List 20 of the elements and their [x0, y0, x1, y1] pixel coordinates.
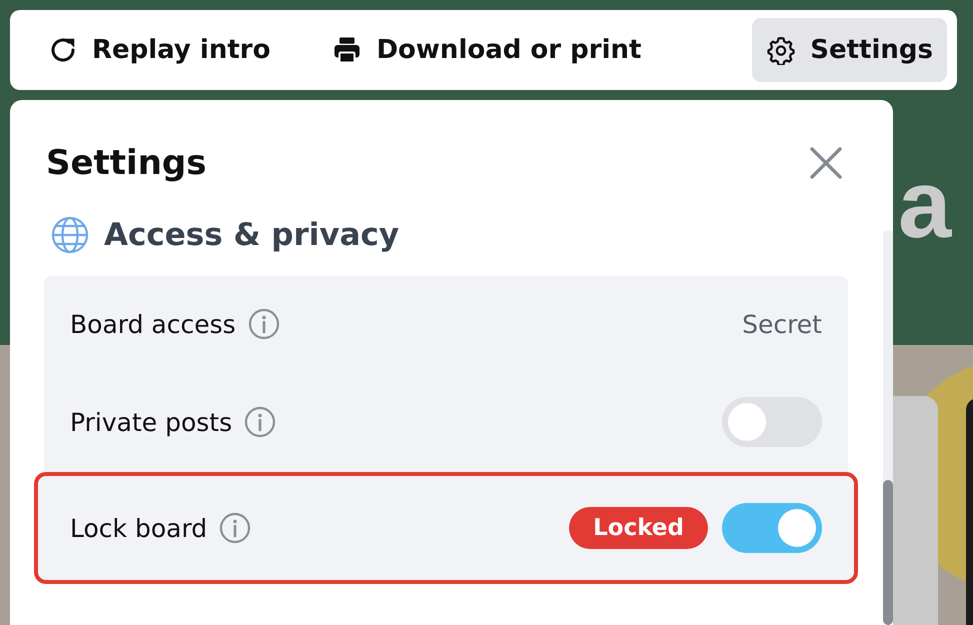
- toolbar-button[interactable]: Download or print: [318, 18, 656, 82]
- settings-icon: [766, 35, 796, 65]
- toggle-switch[interactable]: [722, 397, 822, 447]
- setting-value[interactable]: Secret: [742, 310, 822, 338]
- info-icon[interactable]: [244, 406, 276, 438]
- scrollbar-thumb[interactable]: [883, 480, 893, 625]
- info-icon[interactable]: [248, 308, 280, 340]
- close-icon[interactable]: [809, 146, 843, 180]
- panel-title: Settings: [46, 143, 206, 183]
- toolbar-button[interactable]: Settings: [752, 18, 947, 82]
- setting-label: Board access: [70, 310, 236, 338]
- toggle-switch[interactable]: [722, 503, 822, 553]
- toolbar-button[interactable]: Replay intro: [34, 18, 284, 82]
- section-heading: Access & privacy: [104, 217, 400, 253]
- info-icon[interactable]: [219, 512, 252, 544]
- board-title-text: a: [898, 150, 952, 260]
- status-badge: Locked: [569, 507, 708, 549]
- setting-label: Lock board: [70, 514, 208, 542]
- globe-icon: [50, 215, 90, 255]
- setting-label: Private posts: [70, 408, 232, 436]
